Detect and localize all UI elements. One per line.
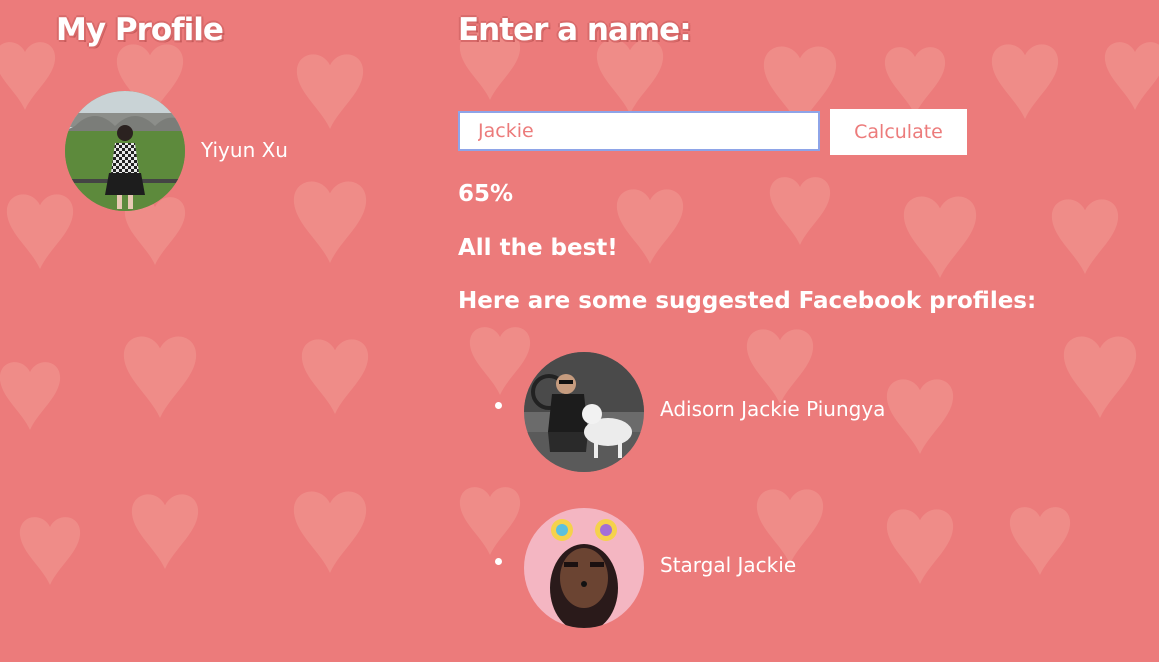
profile-photo-icon xyxy=(524,508,644,628)
suggestion-avatar[interactable] xyxy=(524,508,644,628)
result-message: All the best! xyxy=(458,235,618,261)
suggestions-heading: Here are some suggested Facebook profile… xyxy=(458,288,1037,314)
my-profile-name: Yiyun Xu xyxy=(201,138,288,162)
bullet-icon xyxy=(495,402,502,409)
list-item[interactable]: Adisorn Jackie Piungya xyxy=(458,350,1158,506)
suggestion-avatar[interactable] xyxy=(524,352,644,472)
my-profile-section: My Profile Yiyun Xu xyxy=(56,0,436,588)
my-profile-avatar[interactable] xyxy=(65,91,185,211)
my-profile-title: My Profile xyxy=(56,12,224,48)
suggestion-list: Adisorn Jackie Piungya Stargal Jackie xyxy=(458,350,1158,662)
suggestion-name[interactable]: Stargal Jackie xyxy=(660,553,796,577)
name-input[interactable] xyxy=(458,111,820,151)
profile-photo-icon xyxy=(524,352,644,472)
suggestion-name[interactable]: Adisorn Jackie Piungya xyxy=(660,397,885,421)
enter-name-title: Enter a name: xyxy=(458,12,692,48)
name-matcher-section: Enter a name: Calculate 65% All the best… xyxy=(458,0,1158,628)
profile-photo-icon xyxy=(65,91,185,211)
match-percent: 65% xyxy=(458,181,514,207)
list-item[interactable]: Stargal Jackie xyxy=(458,506,1158,662)
calculate-button[interactable]: Calculate xyxy=(830,109,967,155)
bullet-icon xyxy=(495,558,502,565)
